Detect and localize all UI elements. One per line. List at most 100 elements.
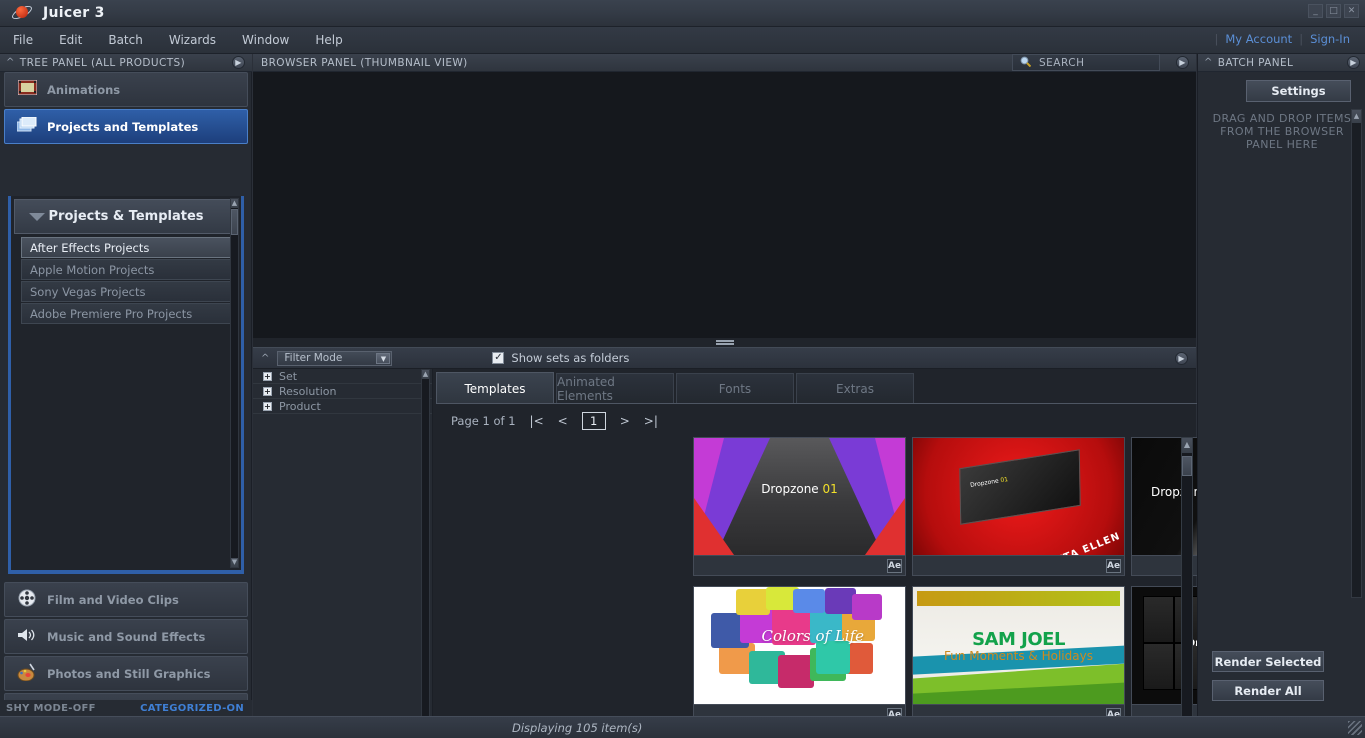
scroll-up-icon[interactable]: ▲ (231, 199, 238, 208)
scrollbar-thumb[interactable] (1182, 456, 1192, 476)
tree-node-sony-vegas[interactable]: Sony Vegas Projects (21, 281, 231, 302)
filter-tree-scrollbar[interactable]: ▲ (421, 369, 430, 721)
tree-panel-title: TREE PANEL (ALL PRODUCTS) (19, 56, 186, 69)
last-page-button[interactable]: >| (644, 414, 658, 428)
preview-area[interactable] (253, 72, 1196, 338)
filter-row-resolution[interactable]: + Resolution (253, 384, 432, 399)
content-tabs: Templates Animated Elements Fonts Extras (436, 372, 1163, 404)
scroll-up-icon[interactable]: ▲ (422, 370, 429, 379)
tab-templates[interactable]: Templates (436, 372, 554, 404)
batch-panel-header: ^ BATCH PANEL ▶ (1198, 54, 1365, 72)
arrow-right-icon[interactable]: ▶ (1176, 56, 1189, 69)
menu-window[interactable]: Window (229, 30, 302, 50)
filter-row-label: Resolution (279, 384, 337, 398)
show-sets-as-folders-row[interactable]: ✓ Show sets as folders (492, 351, 629, 365)
filter-mode-value: Filter Mode (284, 352, 343, 364)
thumbnail-footer: Ae (693, 556, 906, 576)
splitter-grip[interactable] (715, 340, 734, 345)
render-selected-button[interactable]: Render Selected (1212, 651, 1324, 672)
my-account-link[interactable]: My Account (1218, 32, 1299, 46)
tree-panel-header: ^ TREE PANEL (ALL PRODUCTS) ▶ (0, 54, 252, 72)
menu-help[interactable]: Help (302, 30, 355, 50)
close-button[interactable]: ✕ (1344, 4, 1359, 18)
thumbnail-cell[interactable]: Dropzone 01 HENRITTA ELLEN Ae (912, 437, 1125, 576)
render-all-button[interactable]: Render All (1212, 680, 1324, 701)
chevron-up-icon[interactable]: ^ (261, 353, 269, 364)
thumbnail-cell[interactable]: Colors of Life Ae (693, 586, 906, 725)
sidebar-item-music-and-sound-effects[interactable]: Music and Sound Effects (4, 619, 248, 654)
tree-node-apple-motion[interactable]: Apple Motion Projects (21, 259, 231, 280)
expand-plus-icon[interactable]: + (263, 371, 272, 381)
menu-file[interactable]: File (0, 30, 46, 50)
triangle-down-icon[interactable] (29, 212, 45, 221)
panel-splitter[interactable] (253, 338, 1196, 347)
sidebar-item-photos-and-still-graphics[interactable]: Photos and Still Graphics (4, 656, 248, 691)
scroll-up-icon[interactable]: ▲ (1352, 110, 1361, 123)
thumbnail-grid-scrollbar[interactable]: ▲ ▼ (1181, 437, 1193, 738)
thumbnail-subtitle-5: Fun Moments & Holidays (944, 649, 1093, 663)
tab-extras[interactable]: Extras (796, 373, 914, 404)
menu-batch[interactable]: Batch (95, 30, 156, 50)
prev-page-button[interactable]: < (558, 414, 568, 428)
show-sets-checkbox[interactable]: ✓ (492, 352, 505, 364)
chevron-up-icon[interactable]: ^ (6, 57, 15, 68)
thumbnail-footer: Ae (912, 556, 1125, 576)
maximize-button[interactable]: □ (1326, 4, 1341, 18)
tab-animated-elements[interactable]: Animated Elements (556, 373, 674, 404)
app-title: Juicer 3 (43, 5, 105, 21)
filter-row-product[interactable]: + Product (253, 399, 432, 414)
expand-plus-icon[interactable]: + (263, 401, 272, 411)
sidebar-item-label: Animations (47, 82, 121, 97)
thumbnail-caption-4: Colors of Life (761, 627, 865, 646)
arrow-right-icon[interactable]: ▶ (1175, 351, 1188, 365)
minimize-button[interactable]: _ (1308, 4, 1323, 18)
settings-button[interactable]: Settings (1246, 80, 1351, 102)
filter-row-set[interactable]: + Set (253, 369, 432, 384)
arrow-right-icon[interactable]: ▶ (1347, 56, 1360, 69)
drop-zone-hint: DRAG AND DROP ITEMS FROM THE BROWSER PAN… (1212, 112, 1352, 151)
film-strip-icon (13, 79, 41, 99)
thumbnail-image-4[interactable]: Colors of Life (693, 586, 906, 705)
search-input[interactable]: SEARCH (1012, 54, 1160, 71)
subtree-header[interactable]: Projects & Templates (14, 199, 238, 234)
chevron-down-icon[interactable]: ▼ (376, 352, 391, 364)
subtree-scrollbar[interactable]: ▲ ▼ (230, 198, 239, 568)
scroll-down-icon[interactable]: ▼ (231, 558, 238, 567)
menu-wizards[interactable]: Wizards (156, 30, 229, 50)
tab-fonts[interactable]: Fonts (676, 373, 794, 404)
scroll-up-icon[interactable]: ▲ (1182, 438, 1192, 453)
filter-row-label: Product (279, 399, 321, 413)
thumbnail-image-1[interactable]: Dropzone 01 (693, 437, 906, 556)
sidebar-item-animations[interactable]: Animations (4, 72, 248, 107)
next-page-button[interactable]: > (620, 414, 630, 428)
chevron-up-icon[interactable]: ^ (1204, 57, 1213, 68)
browser-panel: BROWSER PANEL (THUMBNAIL VIEW) SEARCH ▶ … (253, 54, 1365, 738)
planet-icon (10, 3, 34, 23)
page-number-input[interactable]: 1 (581, 412, 606, 430)
thumbnail-image-2[interactable]: Dropzone 01 HENRITTA ELLEN (912, 437, 1125, 556)
menu-edit[interactable]: Edit (46, 30, 95, 50)
scrollbar-thumb[interactable] (231, 209, 238, 235)
search-placeholder: SEARCH (1039, 56, 1085, 69)
tree-node-after-effects[interactable]: After Effects Projects (21, 237, 231, 258)
categorized-status[interactable]: CATEGORIZED-ON (140, 703, 244, 714)
after-effects-badge: Ae (887, 558, 902, 573)
shy-mode-status[interactable]: SHY MODE-OFF (6, 703, 96, 714)
arrow-right-icon[interactable]: ▶ (232, 56, 245, 69)
resize-grip[interactable] (1348, 721, 1362, 735)
title-bar: Juicer 3 _ □ ✕ (0, 0, 1365, 27)
thumbnail-cell[interactable]: Dropzone 01 Ae (693, 437, 906, 576)
thumbnail-cell[interactable]: SAM JOEL Fun Moments & Holidays Ae (912, 586, 1125, 725)
batch-list-scrollbar[interactable]: ▲ (1351, 109, 1362, 598)
expand-plus-icon[interactable]: + (263, 386, 272, 396)
tree-node-adobe-premiere[interactable]: Adobe Premiere Pro Projects (21, 303, 231, 324)
layers-icon (13, 116, 41, 137)
sidebar-item-label: Photos and Still Graphics (47, 666, 211, 681)
sidebar-item-projects-and-templates[interactable]: Projects and Templates (4, 109, 248, 144)
first-page-button[interactable]: |< (530, 414, 544, 428)
sign-in-link[interactable]: Sign-In (1303, 32, 1357, 46)
sidebar-item-film-and-video-clips[interactable]: Film and Video Clips (4, 582, 248, 617)
thumbnail-image-5[interactable]: SAM JOEL Fun Moments & Holidays (912, 586, 1125, 705)
filter-mode-select[interactable]: Filter Mode ▼ (277, 350, 393, 366)
browser-panel-title: BROWSER PANEL (THUMBNAIL VIEW) (261, 56, 468, 69)
